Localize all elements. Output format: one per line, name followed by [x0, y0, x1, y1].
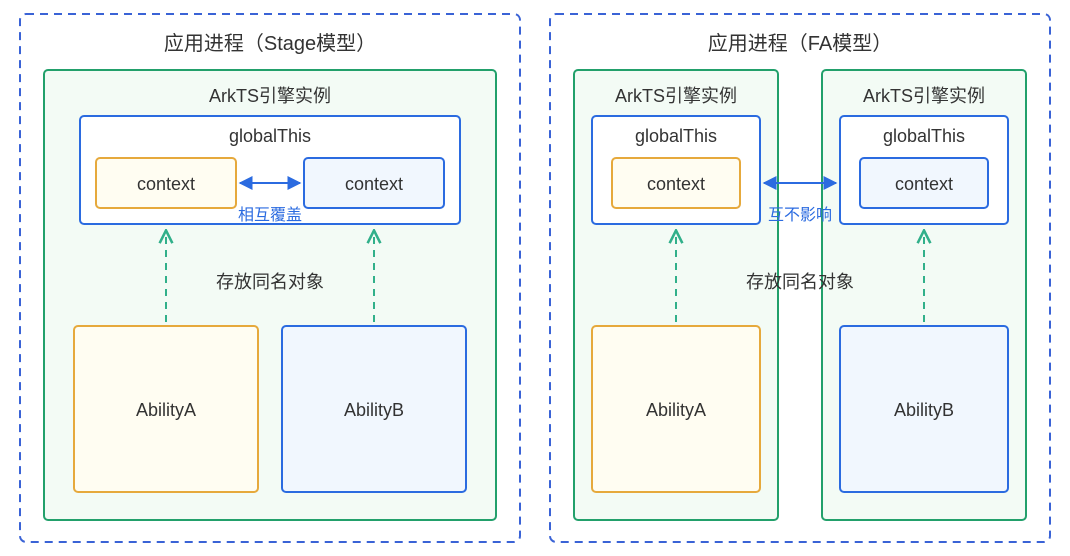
left-ability-b-label: AbilityB — [344, 400, 404, 420]
right-panel: 应用进程（FA模型） ArkTS引擎实例 globalThis context … — [550, 14, 1050, 542]
left-relation-label: 相互覆盖 — [238, 206, 302, 224]
right-globalthis-a-label: globalThis — [635, 126, 717, 146]
right-process-title: 应用进程（FA模型） — [708, 32, 892, 55]
left-process-title: 应用进程（Stage模型） — [164, 32, 376, 55]
left-globalthis-label: globalThis — [229, 126, 311, 146]
right-context-a-label: context — [647, 174, 705, 194]
left-panel: 应用进程（Stage模型） ArkTS引擎实例 globalThis conte… — [20, 14, 520, 542]
right-engine-a-title: ArkTS引擎实例 — [615, 86, 737, 106]
right-ability-a-label: AbilityA — [646, 400, 706, 420]
right-store-label: 存放同名对象 — [746, 272, 854, 292]
left-ability-a-label: AbilityA — [136, 400, 196, 420]
right-ability-b-label: AbilityB — [894, 400, 954, 420]
left-context-a-label: context — [137, 174, 195, 194]
left-engine-title: ArkTS引擎实例 — [209, 86, 331, 106]
right-relation-label: 互不影响 — [768, 206, 832, 224]
right-globalthis-b-label: globalThis — [883, 126, 965, 146]
left-store-label: 存放同名对象 — [216, 272, 324, 292]
right-engine-b-title: ArkTS引擎实例 — [863, 86, 985, 106]
right-context-b-label: context — [895, 174, 953, 194]
left-context-b-label: context — [345, 174, 403, 194]
